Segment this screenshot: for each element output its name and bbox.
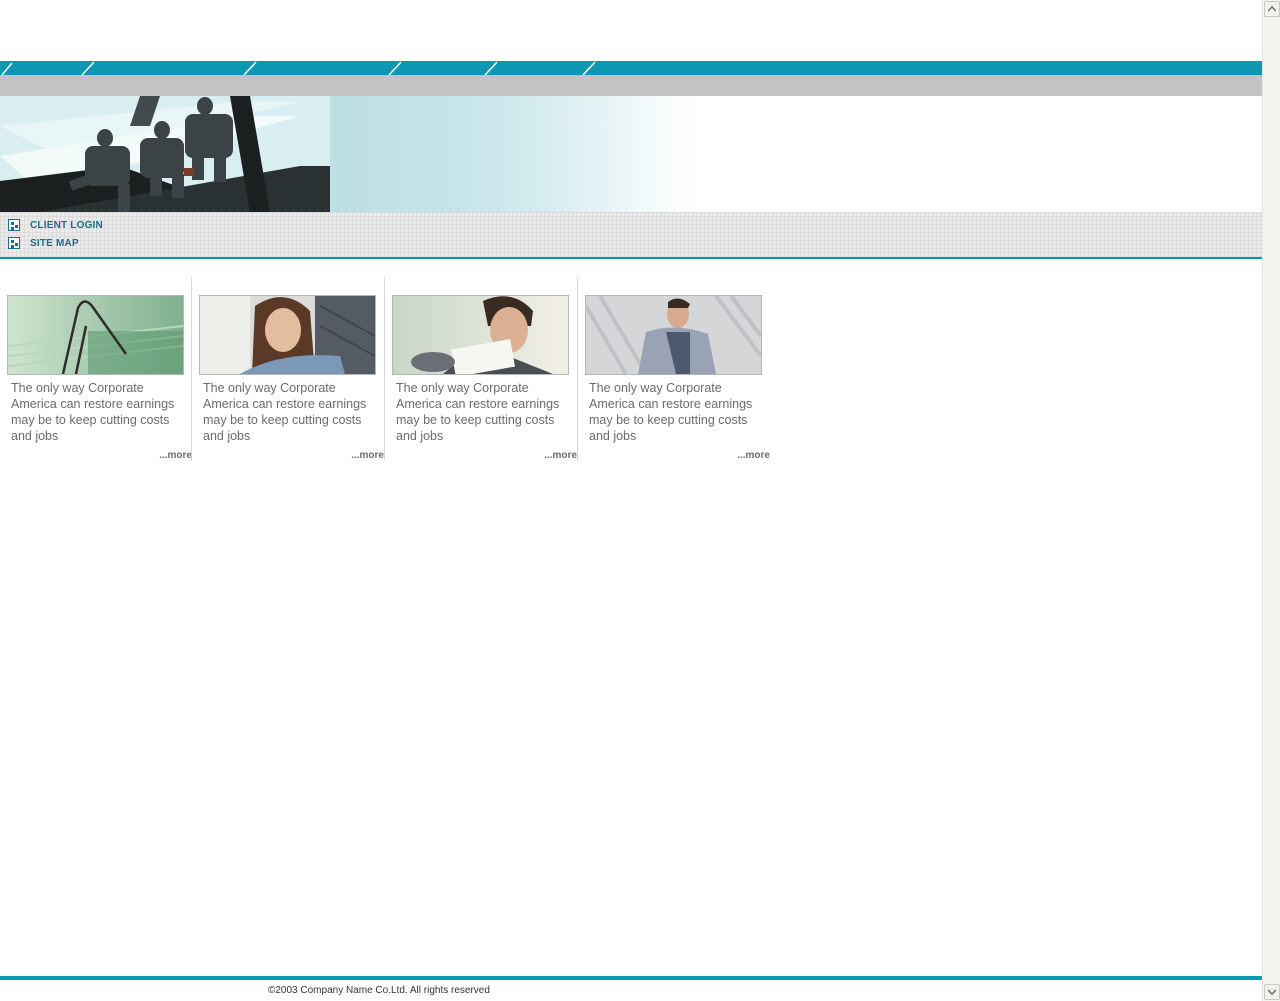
card-text: The only way Corporate America can resto…	[589, 381, 753, 443]
grid-bullet-icon	[8, 237, 20, 249]
businessmen-photo	[0, 96, 700, 212]
man-reading-photo	[392, 295, 569, 375]
more-link[interactable]: ...more	[737, 450, 770, 461]
news-card-3: The only way Corporate America can resto…	[392, 277, 577, 461]
client-login-label: CLIENT LOGIN	[30, 219, 103, 231]
news-card-1: The only way Corporate America can resto…	[7, 277, 192, 461]
woman-photo	[199, 295, 376, 375]
page: CLIENT LOGIN SITE MAP The only way Corpo…	[0, 0, 1262, 1001]
card-text: The only way Corporate America can resto…	[203, 381, 367, 443]
man-standing-photo	[585, 295, 762, 375]
scroll-up-button[interactable]	[1264, 1, 1280, 17]
news-card-2: The only way Corporate America can resto…	[199, 277, 384, 461]
grid-bullet-icon	[8, 219, 20, 231]
more-link[interactable]: ...more	[544, 450, 577, 461]
scroll-down-button[interactable]	[1264, 984, 1280, 1000]
vertical-scrollbar[interactable]	[1262, 0, 1280, 1001]
scroll-up-arrow-icon	[1268, 6, 1276, 12]
nav-dividers	[1, 61, 596, 75]
card-text: The only way Corporate America can resto…	[11, 381, 175, 443]
more-link[interactable]: ...more	[351, 450, 384, 461]
card-text: The only way Corporate America can resto…	[396, 381, 560, 443]
paperclip-photo	[7, 295, 184, 375]
gray-strip	[0, 75, 1262, 96]
copyright-text: ©2003 Company Name Co.Ltd. All rights re…	[268, 985, 490, 996]
scroll-down-arrow-icon	[1268, 989, 1276, 995]
card-divider	[191, 277, 192, 461]
quick-links-panel: CLIENT LOGIN SITE MAP	[0, 212, 1262, 259]
more-link[interactable]: ...more	[159, 450, 192, 461]
card-divider	[384, 277, 385, 461]
top-nav-bar	[0, 61, 1262, 75]
client-login-link[interactable]: CLIENT LOGIN	[8, 219, 103, 231]
card-divider	[577, 277, 578, 461]
footer-bar	[0, 976, 1262, 980]
site-map-label: SITE MAP	[30, 237, 79, 249]
news-card-4: The only way Corporate America can resto…	[585, 277, 770, 461]
hero-banner	[0, 96, 1262, 212]
site-map-link[interactable]: SITE MAP	[8, 237, 79, 249]
